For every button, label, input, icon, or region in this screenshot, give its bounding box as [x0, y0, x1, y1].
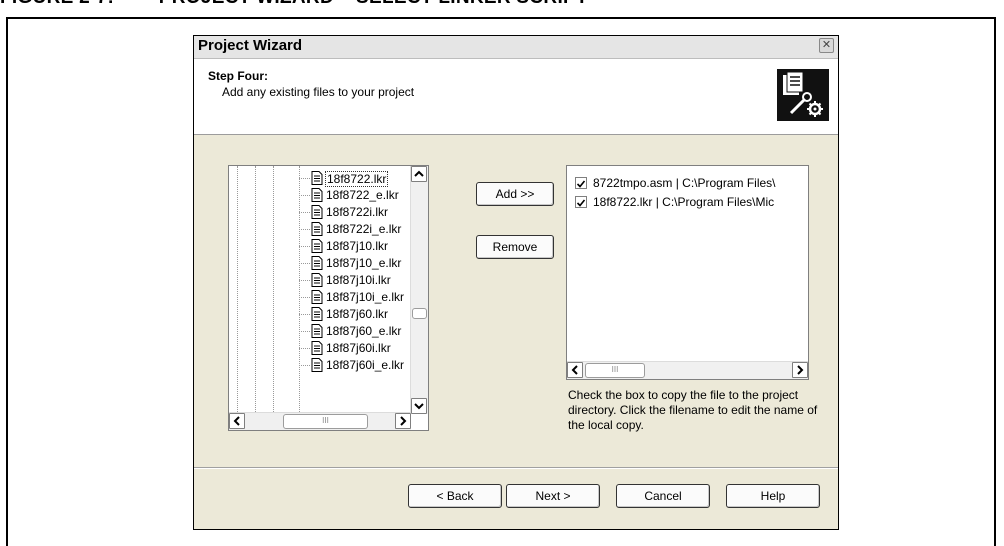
figure-title: FIGURE 2-7: PROJECT WIZARD – SELECT LINK…	[0, 0, 588, 8]
arrow-down-icon	[414, 403, 424, 410]
tree-item[interactable]: 18f87j60i.lkr	[299, 340, 409, 357]
tree-item[interactable]: 18f87j10i.lkr	[299, 272, 409, 289]
tree-item-label: 18f8722_e.lkr	[326, 188, 399, 202]
file-tree[interactable]: 18f8722.lkr 18f8722_e.lkr 18f8722i.lkr 18f8…	[229, 166, 411, 414]
file-tree-panel[interactable]: 18f8722.lkr 18f8722_e.lkr 18f8722i.lkr 18f8…	[228, 165, 429, 431]
files-horizontal-scrollbar[interactable]: III	[567, 361, 808, 379]
checkmark-icon	[576, 180, 586, 188]
document-icon	[311, 222, 323, 236]
dialog-title: Project Wizard	[198, 37, 303, 54]
next-button[interactable]: Next >	[506, 484, 600, 508]
title-bar[interactable]: Project Wizard ✕	[194, 36, 838, 59]
tree-item-label: 18f87j10i.lkr	[326, 273, 391, 287]
scroll-left-button[interactable]	[229, 413, 245, 429]
help-text: Check the box to copy the file to the pr…	[568, 388, 818, 432]
tree-item-label: 18f87j60i.lkr	[326, 341, 391, 355]
tree-item[interactable]: 18f87j60_e.lkr	[299, 323, 409, 340]
scroll-up-button[interactable]	[411, 166, 427, 182]
arrow-up-icon	[414, 170, 424, 177]
tree-item-label: 18f87j10.lkr	[326, 239, 389, 253]
document-icon	[311, 358, 323, 372]
close-button[interactable]: ✕	[819, 38, 834, 53]
tree-item-label: 18f87j10i_e.lkr	[326, 290, 405, 304]
tree-item[interactable]: 18f87j10.lkr	[299, 238, 409, 255]
checkmark-icon	[576, 199, 586, 207]
document-icon	[311, 324, 323, 338]
tree-connector	[299, 212, 310, 213]
tree-connector	[299, 365, 310, 366]
cancel-button[interactable]: Cancel	[616, 484, 710, 508]
file-list-item-label[interactable]: 18f8722.lkr | C:\Program Files\Mic	[593, 195, 774, 210]
selected-files-list[interactable]: 8722tmpo.asm | C:\Program Files\ 18f8722.…	[567, 166, 808, 362]
step-title: Step Four:	[208, 69, 268, 83]
tree-item[interactable]: 18f8722_e.lkr	[299, 187, 409, 204]
document-icon	[311, 239, 323, 253]
tree-item[interactable]: 18f87j60.lkr	[299, 306, 409, 323]
project-wizard-dialog: Project Wizard ✕ Step Four: Add any exis…	[193, 35, 839, 530]
document-icon	[311, 290, 323, 304]
tree-connector	[299, 348, 310, 349]
selected-files-panel[interactable]: 8722tmpo.asm | C:\Program Files\ 18f8722.…	[566, 165, 809, 380]
tree-item[interactable]: 18f87j10i_e.lkr	[299, 289, 409, 306]
tree-connector	[299, 263, 310, 264]
tree-item-label: 18f87j10_e.lkr	[326, 256, 402, 270]
scroll-thumb[interactable]: III	[283, 414, 368, 429]
document-icon	[311, 307, 323, 321]
tree-item-label: 18f8722.lkr	[325, 171, 389, 187]
tree-item-label: 18f8722i.lkr	[326, 205, 389, 219]
footer-divider	[194, 467, 838, 469]
tree-connector	[299, 229, 310, 230]
tree-item-label: 18f8722i_e.lkr	[326, 222, 402, 236]
arrow-right-icon	[400, 416, 407, 426]
tree-connector	[299, 297, 310, 298]
help-button[interactable]: Help	[726, 484, 820, 508]
tree-item[interactable]: 18f8722i.lkr	[299, 204, 409, 221]
document-icon	[311, 273, 323, 287]
scroll-thumb[interactable]	[412, 308, 427, 319]
copy-checkbox[interactable]	[575, 196, 587, 208]
tree-item[interactable]: 18f87j60i_e.lkr	[299, 357, 409, 374]
remove-button[interactable]: Remove	[476, 235, 554, 259]
scroll-right-button[interactable]	[395, 413, 411, 429]
document-icon	[311, 188, 323, 202]
back-button[interactable]: < Back	[408, 484, 502, 508]
wizard-header: Step Four: Add any existing files to you…	[194, 59, 838, 135]
document-icon	[311, 205, 323, 219]
tree-vertical-scrollbar[interactable]	[410, 166, 428, 414]
tree-connector	[299, 331, 310, 332]
arrow-left-icon	[233, 416, 240, 426]
tree-connector	[299, 314, 310, 315]
arrow-right-icon	[797, 365, 804, 375]
scroll-thumb[interactable]: III	[585, 363, 645, 378]
tree-item[interactable]: 18f8722.lkr	[299, 170, 409, 187]
scroll-down-button[interactable]	[411, 398, 427, 414]
tree-connector	[299, 195, 310, 196]
tree-item-label: 18f87j60i_e.lkr	[326, 358, 405, 372]
scroll-right-button[interactable]	[792, 362, 808, 378]
document-tools-icon	[777, 69, 829, 121]
step-description: Add any existing files to your project	[222, 85, 415, 99]
tree-connector	[299, 178, 310, 179]
file-list-item-label[interactable]: 8722tmpo.asm | C:\Program Files\	[593, 176, 776, 191]
tree-item[interactable]: 18f8722i_e.lkr	[299, 221, 409, 238]
copy-checkbox[interactable]	[575, 177, 587, 189]
document-icon	[311, 341, 323, 355]
close-icon: ✕	[821, 39, 832, 51]
document-icon	[311, 256, 323, 270]
arrow-left-icon	[571, 365, 578, 375]
document-icon	[311, 171, 323, 185]
tree-horizontal-scrollbar[interactable]: III	[229, 412, 411, 430]
tree-item[interactable]: 18f87j10_e.lkr	[299, 255, 409, 272]
tree-item-label: 18f87j60.lkr	[326, 307, 389, 321]
tree-item-label: 18f87j60_e.lkr	[326, 324, 402, 338]
add-button[interactable]: Add >>	[476, 182, 554, 206]
tree-connector	[299, 280, 310, 281]
tree-connector	[299, 246, 310, 247]
scroll-left-button[interactable]	[567, 362, 583, 378]
